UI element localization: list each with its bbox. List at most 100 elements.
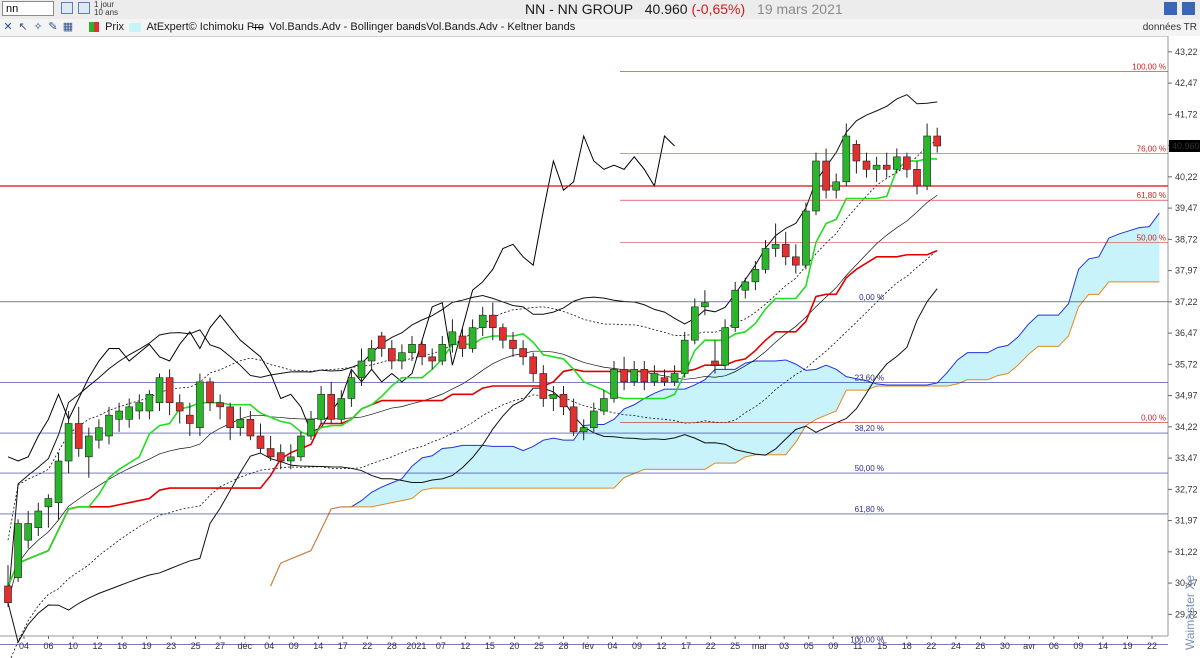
x-tick-label: 2021: [406, 641, 426, 651]
candle-body: [24, 523, 33, 541]
top-bar: 1 jour 10 ans NN - NN GROUP 40.960 (-0,6…: [0, 0, 1200, 20]
candle-body: [872, 164, 881, 170]
period-selector[interactable]: 1 jour 10 ans: [94, 1, 118, 17]
legend-ichimoku[interactable]: AtExpert© Ichimoku Pro: [129, 21, 264, 33]
candle-body: [408, 344, 416, 353]
y-tick-label: 33,47: [1175, 453, 1198, 463]
candle-body: [933, 135, 942, 147]
chart-title: NN - NN GROUP 40.960 (-0,65%) 19 mars 20…: [525, 1, 843, 17]
fib-right-label: 50,00 %: [1137, 233, 1166, 242]
book-icon[interactable]: [61, 2, 73, 14]
candle-body: [236, 419, 245, 428]
candle-body: [741, 281, 750, 291]
x-tick-label: 23: [166, 641, 176, 651]
candle-body: [145, 394, 154, 412]
x-tick-label: 22: [706, 641, 716, 651]
x-tick-label: 22: [362, 641, 372, 651]
candle-body: [266, 448, 275, 458]
y-tick-label: 36,47: [1175, 328, 1198, 338]
cursor-icon[interactable]: ↖: [17, 21, 29, 33]
fib-left-label: 23,60 %: [855, 374, 884, 383]
x-tick-label: 25: [191, 641, 201, 651]
candle-body: [832, 181, 841, 191]
candle-body: [398, 352, 406, 362]
y-tick-label: 32,72: [1175, 484, 1198, 494]
candle-body: [842, 135, 851, 183]
candle-body: [317, 394, 325, 420]
y-tick-label: 34,97: [1175, 391, 1198, 401]
y-tick-label: 37,22: [1175, 297, 1198, 307]
x-tick-label: 28: [558, 641, 568, 651]
x-tick-label: 10: [68, 641, 78, 651]
candle-body: [95, 427, 103, 441]
candle-body: [882, 164, 891, 170]
legend-keltner[interactable]: Vol.Bands.Adv - Keltner bands: [409, 21, 575, 33]
x-tick-label: déc: [237, 641, 252, 651]
candle-body: [175, 402, 184, 412]
candle-body: [428, 356, 437, 362]
x-tick-label: 24: [951, 641, 961, 651]
candle-body: [438, 344, 447, 362]
x-tick-label: 09: [289, 641, 299, 651]
candle-body: [377, 335, 386, 349]
candle-body: [256, 435, 265, 449]
x-tick-label: 05: [804, 641, 814, 651]
candle-body: [286, 456, 295, 462]
fib-right-label: 76,00 %: [1137, 145, 1166, 154]
legend-prix[interactable]: Prix: [89, 21, 124, 33]
candle-body: [640, 369, 649, 383]
candle-body: [246, 419, 255, 437]
candle-body: [327, 394, 336, 420]
candle-body: [468, 327, 477, 349]
candle-body: [196, 381, 204, 428]
y-tick-label: 38,72: [1175, 234, 1198, 244]
x-tick-label: 09: [1073, 641, 1083, 651]
candle-body: [660, 377, 669, 383]
candle-body: [34, 510, 43, 528]
candle-body: [478, 314, 487, 328]
candle-body: [600, 398, 608, 412]
window-icon[interactable]: [1164, 2, 1177, 15]
x-tick-label: 03: [779, 641, 789, 651]
candle-body: [781, 244, 790, 258]
pencil-icon[interactable]: ✎: [47, 21, 59, 33]
candle-body: [165, 377, 174, 403]
crosshair-icon[interactable]: ✕: [2, 21, 14, 33]
x-tick-label: 06: [1049, 641, 1059, 651]
candle-body: [105, 414, 113, 437]
zoom-icon[interactable]: ✧: [32, 21, 44, 33]
x-tick-label: 15: [485, 641, 495, 651]
cloud-icon: [129, 22, 141, 32]
candle-body: [852, 144, 861, 162]
candle-body: [579, 427, 588, 433]
x-tick-label: 14: [1098, 641, 1108, 651]
candle-body: [903, 156, 911, 170]
candle-body: [347, 377, 356, 399]
candle-body: [549, 394, 558, 399]
candle-body: [226, 406, 234, 428]
candle-body: [135, 402, 144, 412]
legend-prix-label: Prix: [105, 21, 125, 33]
candle-body: [559, 394, 568, 408]
tools-icon[interactable]: ▦: [62, 21, 74, 33]
last-price-label: 40.960: [1172, 141, 1200, 151]
calendar-icon[interactable]: [78, 2, 90, 14]
candle-body: [791, 256, 800, 266]
fib-left-label: 38,20 %: [855, 424, 884, 433]
candle-body: [923, 135, 931, 187]
candle-body: [418, 344, 426, 358]
candle-body: [913, 169, 921, 187]
fib-right-label: 0,00 %: [1141, 414, 1166, 423]
candle-body: [630, 369, 639, 383]
legend-keltner-label: Vol.Bands.Adv - Keltner bands: [426, 21, 576, 33]
price-chart[interactable]: 43,2242,4741,7240,9740,2239,4738,7237,97…: [0, 36, 1200, 658]
x-tick-label: 11: [853, 641, 862, 651]
candle-body: [529, 356, 538, 374]
window-icon-2[interactable]: [1182, 2, 1195, 15]
x-tick-label: 15: [877, 641, 887, 651]
legend-bollinger[interactable]: Vol.Bands.Adv - Bollinger bands: [252, 21, 426, 33]
x-tick-label: 12: [657, 641, 667, 651]
candle-body: [276, 452, 285, 462]
symbol-input[interactable]: [2, 1, 54, 16]
x-tick-label: 30: [1000, 641, 1010, 651]
